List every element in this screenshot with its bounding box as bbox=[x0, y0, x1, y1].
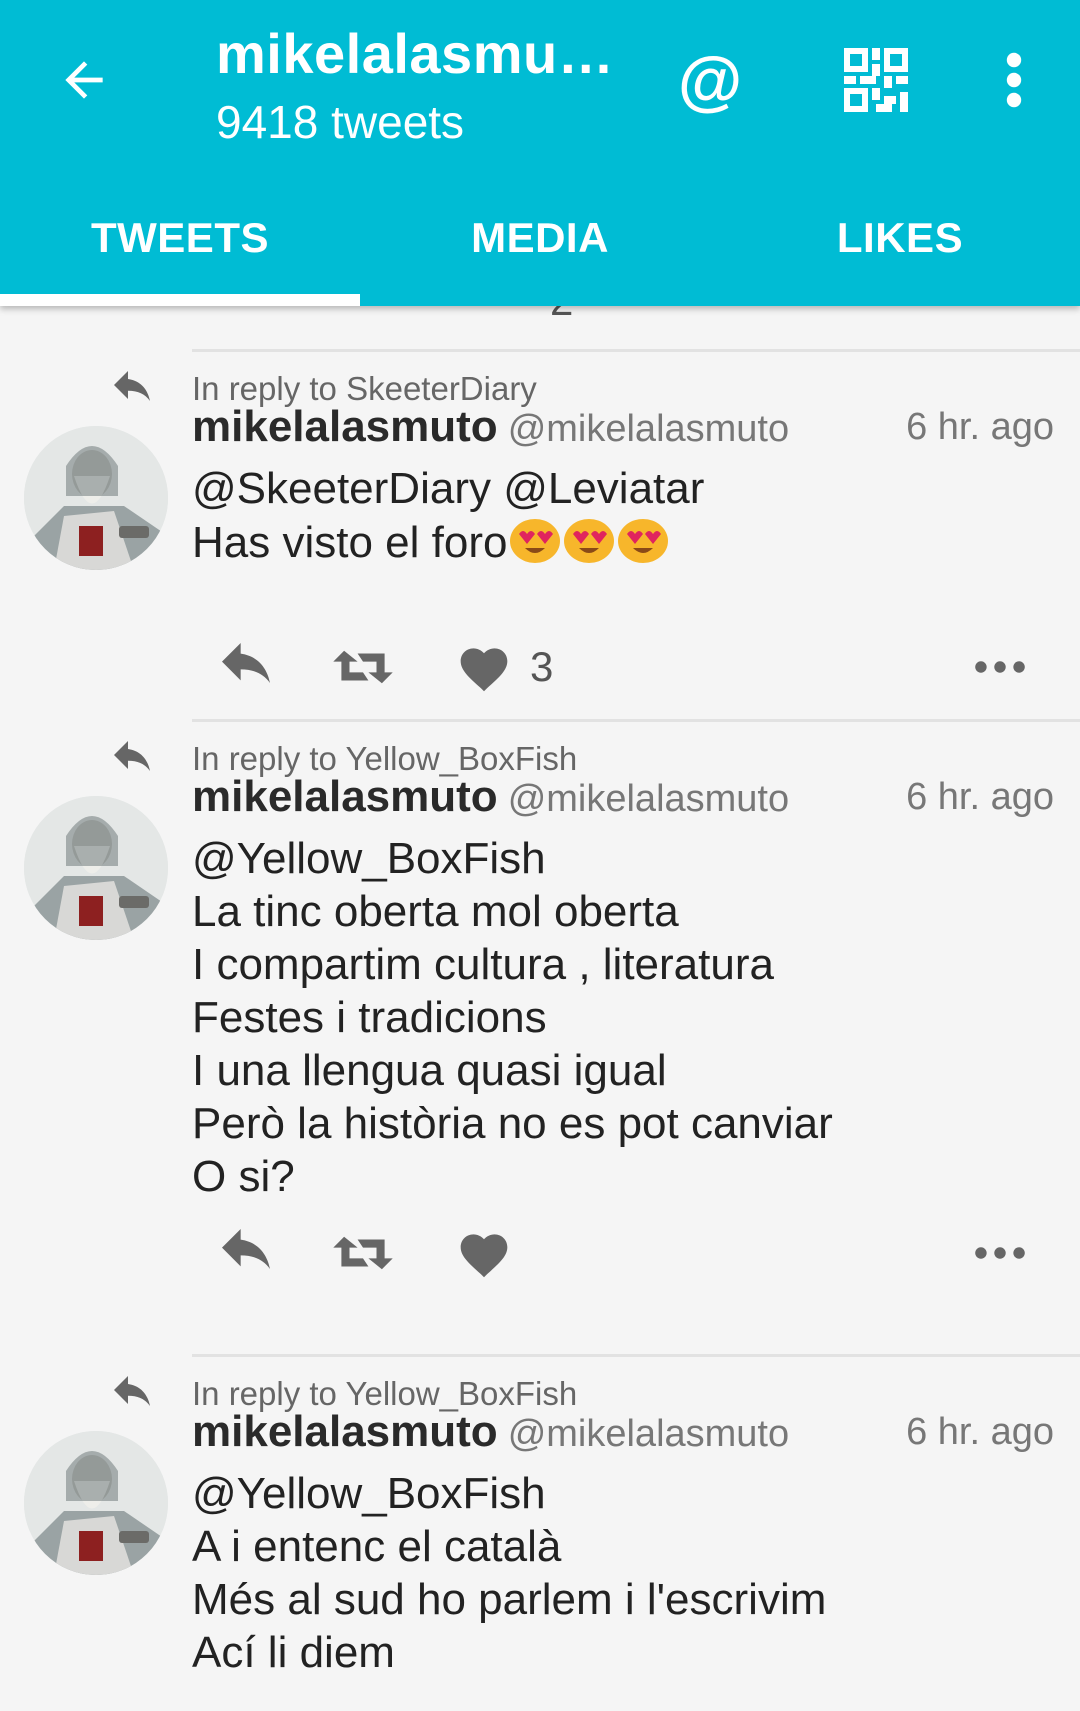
like-button[interactable] bbox=[456, 1218, 530, 1288]
avatar-image bbox=[24, 426, 168, 570]
avatar-image bbox=[24, 796, 168, 940]
reply-button[interactable] bbox=[214, 1218, 278, 1288]
display-name: mikelalasmuto bbox=[192, 402, 498, 451]
tab-tweets[interactable]: TWEETS bbox=[0, 190, 360, 306]
author-name[interactable]: mikelalasmuto @mikelalasmuto bbox=[192, 402, 789, 452]
qr-code-icon bbox=[844, 48, 908, 112]
profile-title: mikelalasmu… bbox=[216, 22, 615, 85]
tab-likes[interactable]: LIKES bbox=[720, 190, 1080, 306]
tweet-count: 9418 tweets bbox=[216, 96, 465, 148]
tab-media[interactable]: MEDIA bbox=[360, 190, 720, 306]
overflow-menu-button[interactable] bbox=[990, 40, 1038, 120]
author-handle: @mikelalasmuto bbox=[507, 408, 790, 450]
heart-eyes-emoji bbox=[564, 519, 615, 563]
qr-code-button[interactable] bbox=[836, 40, 916, 120]
timestamp: 6 hr. ago bbox=[906, 776, 1054, 818]
avatar[interactable] bbox=[24, 1431, 168, 1575]
more-horiz-icon bbox=[975, 1247, 1025, 1259]
tweet-text: @SkeeterDiary @Leviatar Has visto el for… bbox=[192, 462, 704, 569]
divider bbox=[192, 1354, 1080, 1357]
tweet-item[interactable]: In reply to Yellow_BoxFish mikelalasmuto… bbox=[0, 1311, 1080, 1711]
heart-eyes-emoji bbox=[510, 519, 561, 563]
reply-arrow-icon bbox=[114, 1376, 150, 1406]
more-options-button[interactable] bbox=[974, 1218, 1026, 1288]
tweet-item[interactable]: In reply to SkeeterDiary mikelalasmuto @m… bbox=[0, 306, 1080, 720]
emoji-row bbox=[507, 518, 669, 567]
author-handle: @mikelalasmuto bbox=[507, 1413, 790, 1455]
avatar[interactable] bbox=[24, 796, 168, 940]
retweet-icon bbox=[333, 1236, 393, 1270]
reply-arrow-icon bbox=[114, 371, 150, 401]
author-handle: @mikelalasmuto bbox=[507, 778, 790, 820]
author-name[interactable]: mikelalasmuto @mikelalasmuto bbox=[192, 772, 789, 822]
divider bbox=[192, 719, 1080, 722]
retweet-button[interactable] bbox=[330, 1218, 396, 1288]
mention-button[interactable]: @ bbox=[670, 40, 750, 120]
display-name: mikelalasmuto bbox=[192, 772, 498, 821]
arrow-back-icon bbox=[65, 61, 103, 99]
app-bar: mikelalasmu… 9418 tweets @ TWEETS MEDIA … bbox=[0, 0, 1080, 306]
at-icon: @ bbox=[677, 43, 743, 117]
avatar-image bbox=[24, 1431, 168, 1575]
back-button[interactable] bbox=[48, 44, 120, 116]
timestamp: 6 hr. ago bbox=[906, 1411, 1054, 1453]
reply-arrow-icon bbox=[114, 741, 150, 771]
profile-title-block: mikelalasmu… 9418 tweets bbox=[216, 20, 614, 152]
tweet-item[interactable]: In reply to Yellow_BoxFish mikelalasmuto… bbox=[0, 676, 1080, 1278]
display-name: mikelalasmuto bbox=[192, 1407, 498, 1456]
timestamp: 6 hr. ago bbox=[906, 406, 1054, 448]
heart-eyes-emoji bbox=[618, 519, 669, 563]
tab-bar: TWEETS MEDIA LIKES bbox=[0, 190, 1080, 306]
more-vert-icon bbox=[1006, 52, 1022, 108]
author-name[interactable]: mikelalasmuto @mikelalasmuto bbox=[192, 1407, 789, 1457]
avatar[interactable] bbox=[24, 426, 168, 570]
tweet-text: @Yellow_BoxFish La tinc oberta mol obert… bbox=[192, 834, 833, 1201]
reply-icon bbox=[222, 1229, 270, 1269]
divider bbox=[192, 349, 1080, 352]
more-horiz-icon bbox=[975, 661, 1025, 673]
active-tab-indicator bbox=[0, 294, 360, 306]
heart-icon bbox=[460, 1234, 508, 1278]
tweet-actions bbox=[192, 1218, 1060, 1288]
tweet-text: @Yellow_BoxFish A i entenc el català Més… bbox=[192, 1469, 827, 1677]
